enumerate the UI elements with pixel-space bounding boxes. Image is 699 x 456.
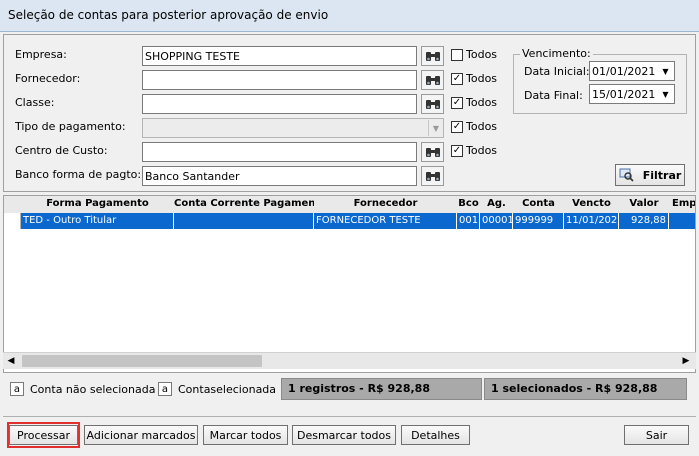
- empresa-field[interactable]: SHOPPING TESTE: [142, 46, 417, 66]
- fornecedor-field[interactable]: [142, 70, 417, 90]
- empresa-todos-checkbox[interactable]: [451, 49, 463, 61]
- table-cell[interactable]: 00001: [480, 213, 513, 229]
- tipo-pagamento-todos-checkbox[interactable]: ✓: [451, 121, 463, 133]
- contas-grid: Forma Pagamento Conta Corrente Pagamento…: [3, 195, 696, 373]
- binoculars-icon: [425, 100, 440, 109]
- marcar-todos-button[interactable]: Marcar todos: [203, 425, 288, 445]
- legend-unselected-swatch: a: [10, 382, 24, 396]
- table-cell[interactable]: 001: [457, 213, 480, 229]
- empresa-search-button[interactable]: [421, 46, 444, 66]
- centro-custo-todos-checkbox[interactable]: ✓: [451, 145, 463, 157]
- fornecedor-label: Fornecedor:: [15, 72, 81, 85]
- scroll-left-icon[interactable]: ◀: [5, 355, 17, 367]
- legend-unselected-label: Conta não selecionada: [30, 383, 156, 396]
- checkmark-icon: ✓: [452, 73, 462, 84]
- selecionados-summary: 1 selecionados - R$ 928,88: [484, 378, 687, 400]
- empresa-label: Empresa:: [15, 48, 67, 61]
- centro-custo-todos-label: Todos: [466, 144, 498, 157]
- scroll-right-icon[interactable]: ▶: [680, 355, 692, 367]
- checkmark-icon: ✓: [452, 145, 462, 156]
- classe-label: Classe:: [15, 96, 55, 109]
- legend-selected-label: Contaselecionada: [178, 383, 277, 396]
- table-cell[interactable]: [174, 213, 314, 229]
- table-cell[interactable]: 999999: [513, 213, 564, 229]
- table-cell[interactable]: [669, 213, 695, 229]
- banco-search-button[interactable]: [421, 166, 444, 186]
- window-title: Seleção de contas para posterior aprovaç…: [8, 8, 329, 22]
- classe-search-button[interactable]: [421, 94, 444, 114]
- registros-summary: 1 registros - R$ 928,88: [281, 378, 482, 400]
- table-cell[interactable]: 928,88: [619, 213, 669, 229]
- tipo-pagamento-select[interactable]: [142, 118, 444, 138]
- filter-search-icon: [619, 168, 634, 182]
- tipo-pagamento-label: Tipo de pagamento:: [15, 120, 126, 133]
- classe-todos-checkbox[interactable]: ✓: [451, 97, 463, 109]
- data-inicial-label: Data Inicial:: [524, 65, 590, 78]
- fornecedor-todos-checkbox[interactable]: ✓: [451, 73, 463, 85]
- column-header[interactable]: Valor: [619, 196, 670, 214]
- classe-todos-label: Todos: [466, 96, 498, 109]
- fornecedor-todos-label: Todos: [466, 72, 498, 85]
- chevron-down-icon[interactable]: ▼: [657, 62, 674, 80]
- window-titlebar: Seleção de contas para posterior aprovaç…: [0, 0, 699, 32]
- checkmark-icon: ✓: [452, 121, 462, 132]
- column-header[interactable]: Vencto: [564, 196, 620, 214]
- classe-field[interactable]: [142, 94, 417, 114]
- centro-custo-label: Centro de Custo:: [15, 144, 108, 157]
- column-header[interactable]: Empr: [669, 196, 695, 214]
- detalhes-button[interactable]: Detalhes: [401, 425, 470, 445]
- chevron-down-icon[interactable]: ▼: [428, 120, 443, 136]
- column-header[interactable]: Fornecedor: [314, 196, 458, 214]
- column-header[interactable]: Forma Pagamento: [21, 196, 175, 214]
- binoculars-icon: [425, 52, 440, 61]
- column-header[interactable]: Conta Corrente Pagamento: [174, 196, 315, 214]
- data-final-label: Data Final:: [524, 89, 583, 102]
- grid-corner: [4, 196, 22, 214]
- banco-field[interactable]: Banco Santander: [142, 166, 417, 186]
- fornecedor-search-button[interactable]: [421, 70, 444, 90]
- horizontal-scrollbar[interactable]: ◀ ▶: [3, 352, 696, 369]
- binoculars-icon: [425, 76, 440, 85]
- desmarcar-todos-button[interactable]: Desmarcar todos: [292, 425, 396, 445]
- chevron-down-icon[interactable]: ▼: [657, 85, 674, 103]
- sair-button[interactable]: Sair: [624, 425, 689, 445]
- column-header[interactable]: Bco: [457, 196, 481, 214]
- tipo-pagamento-todos-label: Todos: [466, 120, 498, 133]
- centro-custo-search-button[interactable]: [421, 142, 444, 162]
- binoculars-icon: [425, 172, 440, 181]
- adicionar-marcados-button[interactable]: Adicionar marcados: [84, 425, 198, 445]
- column-header[interactable]: Ag.: [480, 196, 514, 214]
- banco-label: Banco forma de pagto:: [15, 168, 142, 181]
- checkmark-icon: ✓: [452, 97, 462, 108]
- column-header[interactable]: Conta: [513, 196, 565, 214]
- table-cell[interactable]: TED - Outro Titular: [21, 213, 174, 229]
- filtrar-button[interactable]: Filtrar: [615, 164, 685, 186]
- filtrar-label: Filtrar: [642, 168, 682, 182]
- scroll-thumb[interactable]: [22, 355, 262, 367]
- row-indicator[interactable]: [4, 213, 21, 229]
- binoculars-icon: [425, 148, 440, 157]
- table-cell[interactable]: FORNECEDOR TESTE: [314, 213, 457, 229]
- vencimento-legend: Vencimento:: [520, 47, 593, 60]
- table-cell[interactable]: 11/01/2021: [564, 213, 619, 229]
- processar-button[interactable]: Processar: [9, 425, 78, 445]
- legend-selected-swatch: a: [158, 382, 172, 396]
- centro-custo-field[interactable]: [142, 142, 417, 162]
- empresa-todos-label: Todos: [466, 48, 498, 61]
- divider: [3, 416, 696, 417]
